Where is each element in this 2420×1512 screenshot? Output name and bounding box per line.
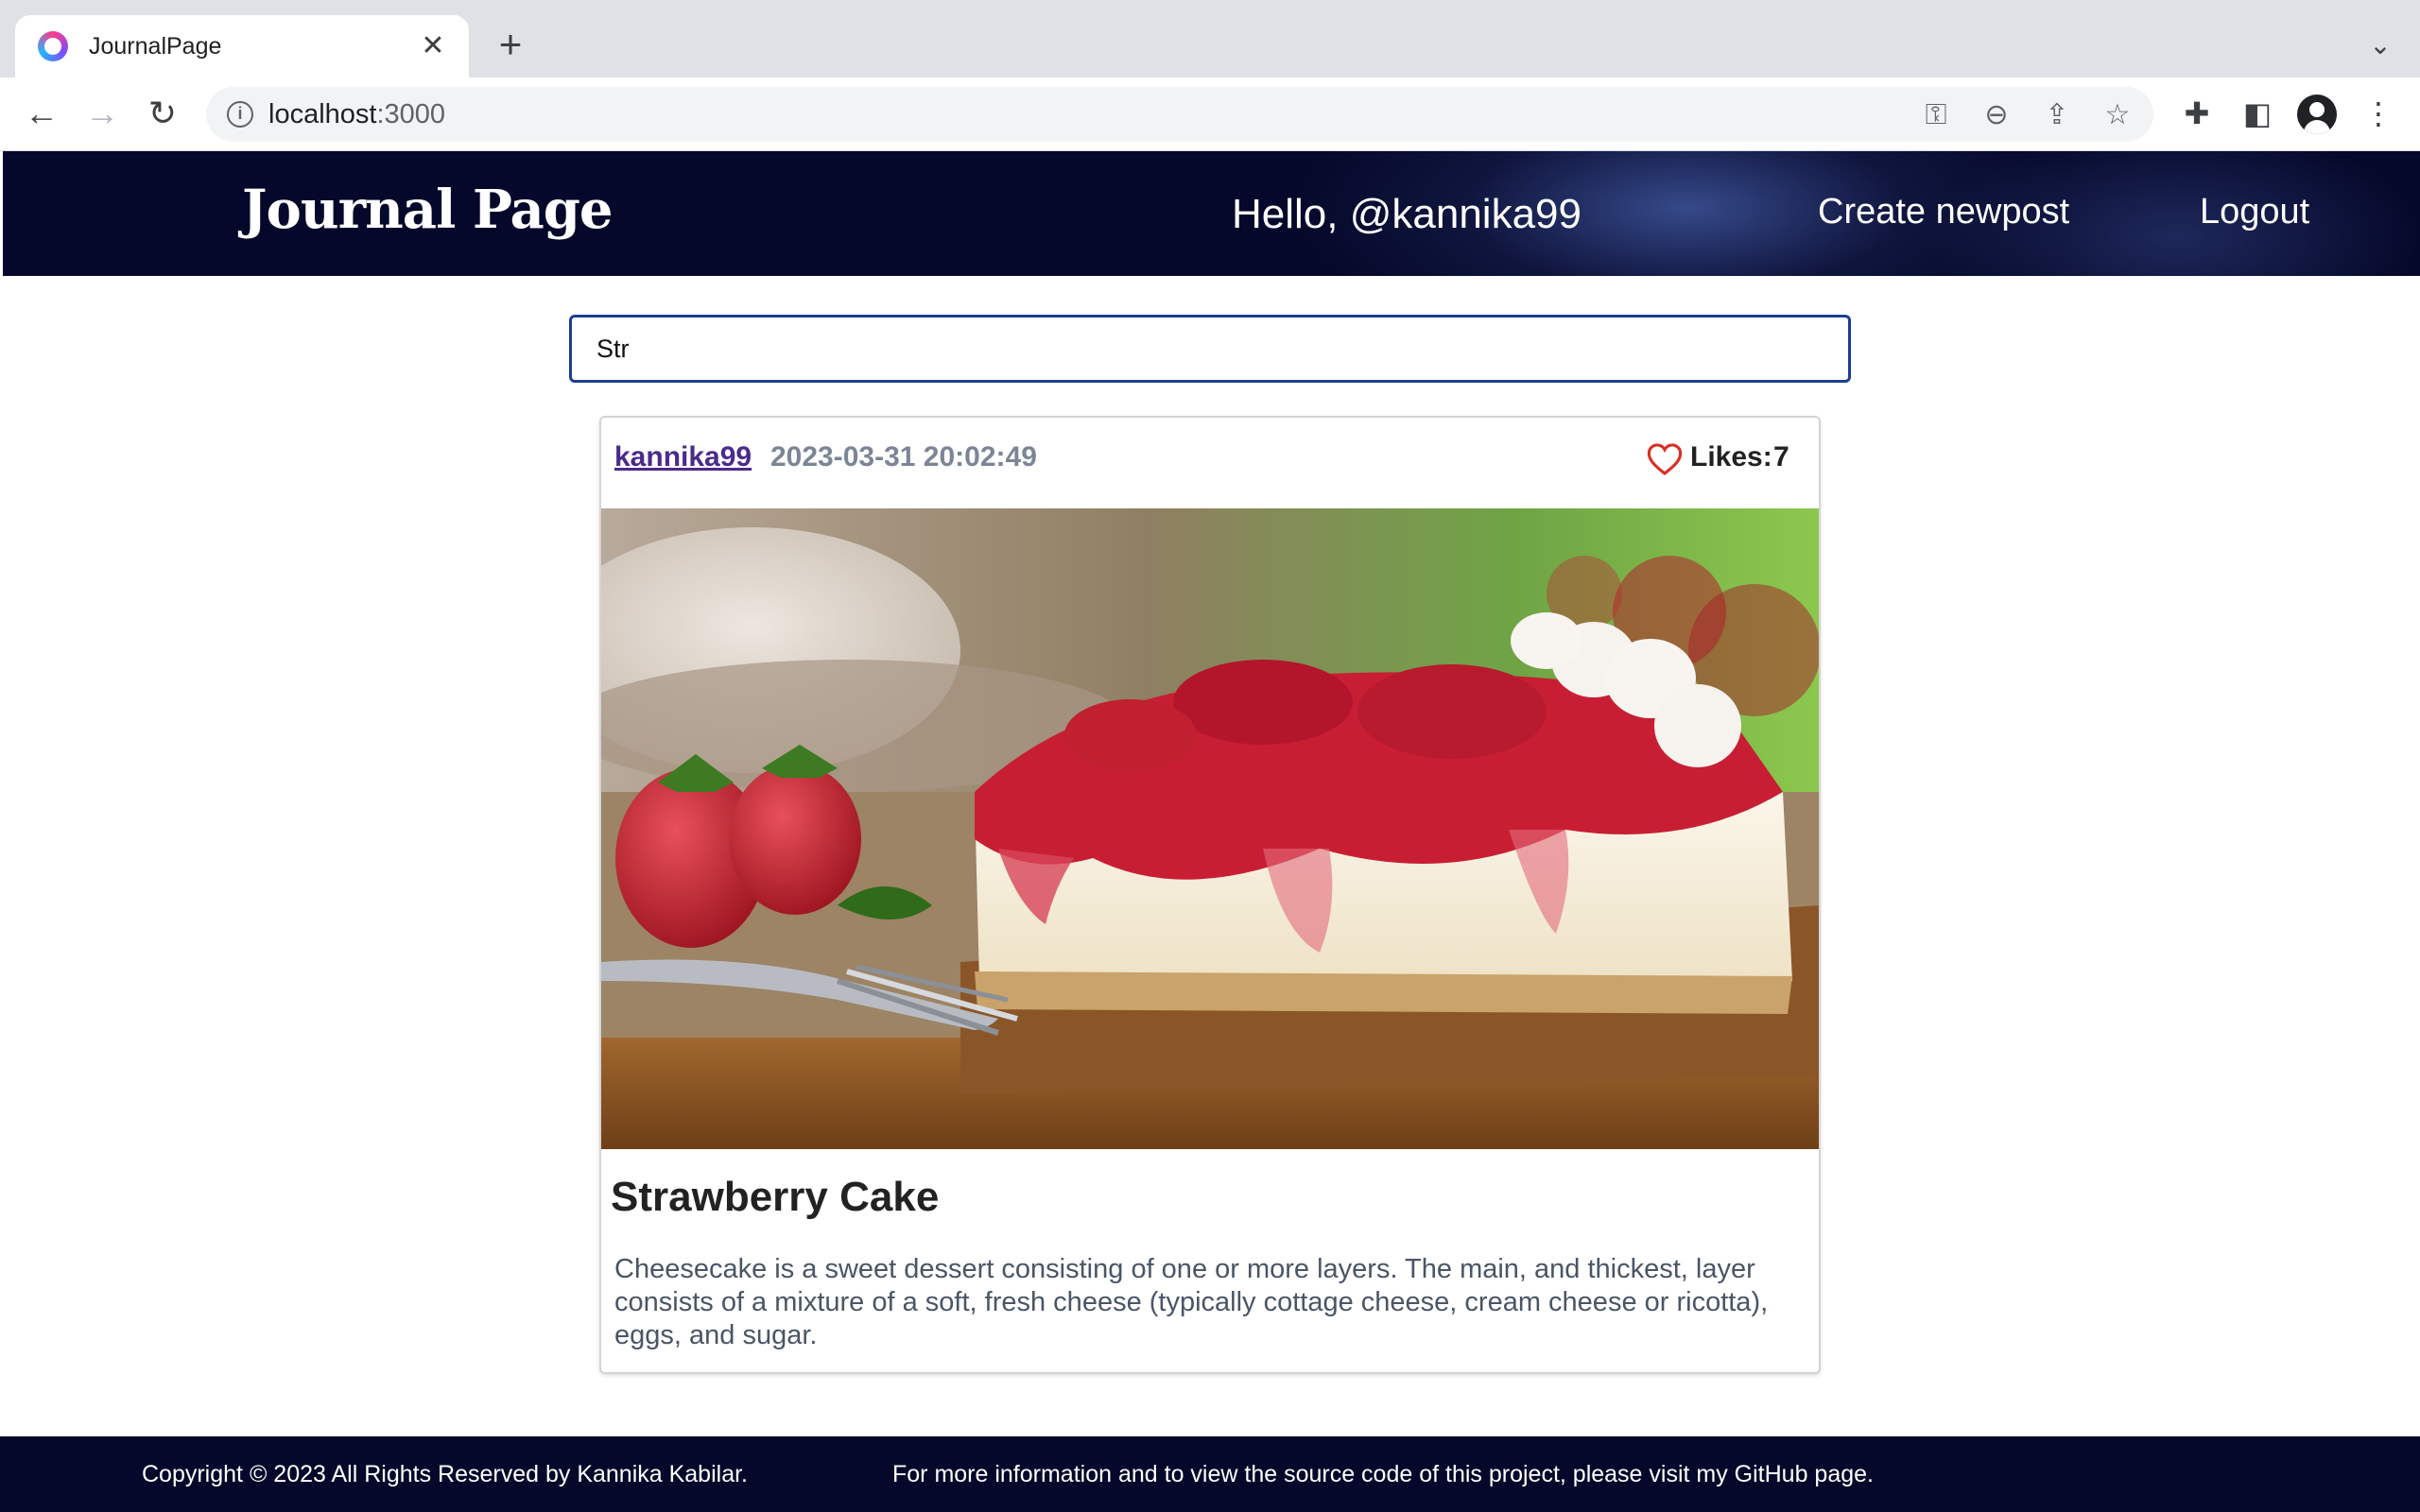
info-icon[interactable]: i <box>227 101 253 128</box>
chevron-down-icon[interactable]: ⌄ <box>2363 28 2397 62</box>
url-host: localhost <box>268 99 377 129</box>
site-header: Journal Page Hello, @kannika99 Create ne… <box>3 151 2420 276</box>
profile-avatar-icon[interactable] <box>2297 94 2337 134</box>
back-icon[interactable]: ← <box>21 93 62 134</box>
extensions-icon[interactable]: ✚ <box>2178 94 2216 132</box>
search-input[interactable] <box>569 315 1851 383</box>
post-card: kannika99 2023-03-31 20:02:49 Likes: 7 S… <box>599 416 1821 1374</box>
site-footer: Copyright © 2023 All Rights Reserved by … <box>0 1436 2420 1512</box>
menu-kebab-icon[interactable]: ⋮ <box>2360 94 2397 132</box>
share-icon[interactable]: ⇪ <box>2040 98 2074 132</box>
likes-label: Likes: <box>1690 441 1772 472</box>
likes-count: 7 <box>1773 441 1789 472</box>
side-panel-icon[interactable]: ◧ <box>2238 94 2276 132</box>
user-greeting: Hello, @kannika99 <box>1232 191 1582 237</box>
forward-icon[interactable]: → <box>81 93 123 134</box>
post-image <box>601 508 1819 1149</box>
post-date: 2023-03-31 20:02:49 <box>770 441 1037 472</box>
zoom-out-icon[interactable]: ⊖ <box>1979 98 2014 132</box>
footer-github-info[interactable]: For more information and to view the sou… <box>892 1459 1874 1489</box>
browser-tab-active[interactable]: JournalPage ✕ <box>15 15 469 77</box>
post-body: Cheesecake is a sweet dessert consisting… <box>614 1254 1769 1350</box>
heart-icon[interactable] <box>1647 442 1683 476</box>
tab-title: JournalPage <box>89 32 222 60</box>
favicon-icon <box>38 31 68 61</box>
url-port: :3000 <box>376 99 446 129</box>
url-text: localhost:3000 <box>268 98 445 130</box>
browser-tabstrip: JournalPage ✕ + ⌄ <box>0 0 2420 77</box>
footer-copyright: Copyright © 2023 All Rights Reserved by … <box>142 1461 748 1487</box>
address-bar[interactable]: i localhost:3000 ⚿ ⊖ ⇪ ☆ <box>206 87 2153 142</box>
bookmark-star-icon[interactable]: ☆ <box>2100 98 2135 132</box>
post-author-link[interactable]: kannika99 <box>614 440 752 474</box>
new-tab-icon[interactable]: + <box>490 25 531 66</box>
browser-toolbar: ← → ↻ i localhost:3000 ⚿ ⊖ ⇪ ☆ ✚ ◧ ⋮ <box>0 77 2420 151</box>
post-title: Strawberry Cake <box>611 1174 940 1220</box>
logout-link[interactable]: Logout <box>2200 189 2309 234</box>
reload-icon[interactable]: ↻ <box>142 93 183 134</box>
close-icon[interactable]: ✕ <box>416 29 450 63</box>
create-new-post-link[interactable]: Create newpost <box>1818 189 2069 234</box>
key-icon[interactable]: ⚿ <box>1919 98 1953 132</box>
site-logo[interactable]: Journal Page <box>242 180 614 240</box>
